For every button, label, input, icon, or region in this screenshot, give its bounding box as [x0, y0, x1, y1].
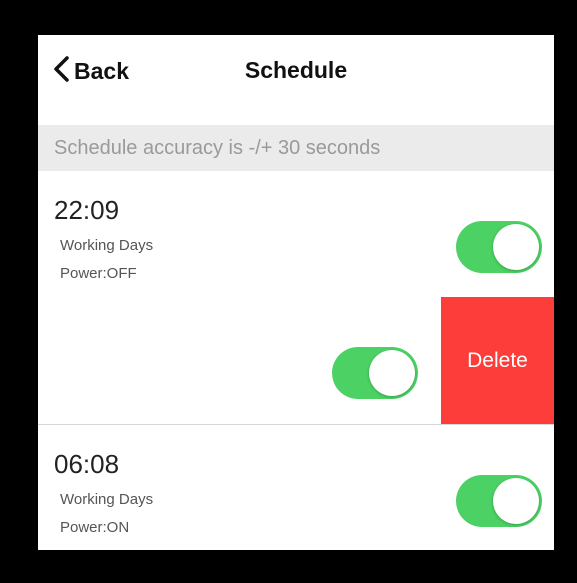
schedule-power: Power:ON	[60, 519, 130, 536]
schedule-power: Power:OFF	[60, 265, 137, 282]
schedule-row[interactable]: 22:09 Working Days Power:OFF	[38, 171, 554, 297]
schedule-row-swiped[interactable]	[38, 297, 441, 424]
toggle-knob	[493, 478, 539, 524]
delete-button[interactable]: Delete	[441, 297, 554, 424]
page-title: Schedule	[244, 57, 348, 83]
phone-screen: Back Schedule Schedule accuracy is -/+ 3…	[38, 35, 554, 550]
schedule-toggle[interactable]	[456, 475, 542, 527]
accuracy-notice: Schedule accuracy is -/+ 30 seconds	[38, 125, 554, 171]
schedule-time: 22:09	[54, 195, 120, 225]
schedule-repeat: Working Days	[60, 491, 154, 508]
schedule-toggle[interactable]	[332, 347, 418, 399]
navigation-bar: Back Schedule	[38, 35, 554, 107]
schedule-time: 06:08	[54, 449, 120, 479]
schedule-toggle[interactable]	[456, 221, 542, 273]
toggle-knob	[369, 350, 415, 396]
accuracy-notice-text: Schedule accuracy is -/+ 30 seconds	[54, 136, 381, 159]
schedule-row[interactable]: 06:08 Working Days Power:ON	[38, 425, 554, 550]
toggle-knob	[493, 224, 539, 270]
delete-label: Delete	[467, 348, 528, 372]
schedule-repeat: Working Days	[60, 237, 154, 254]
